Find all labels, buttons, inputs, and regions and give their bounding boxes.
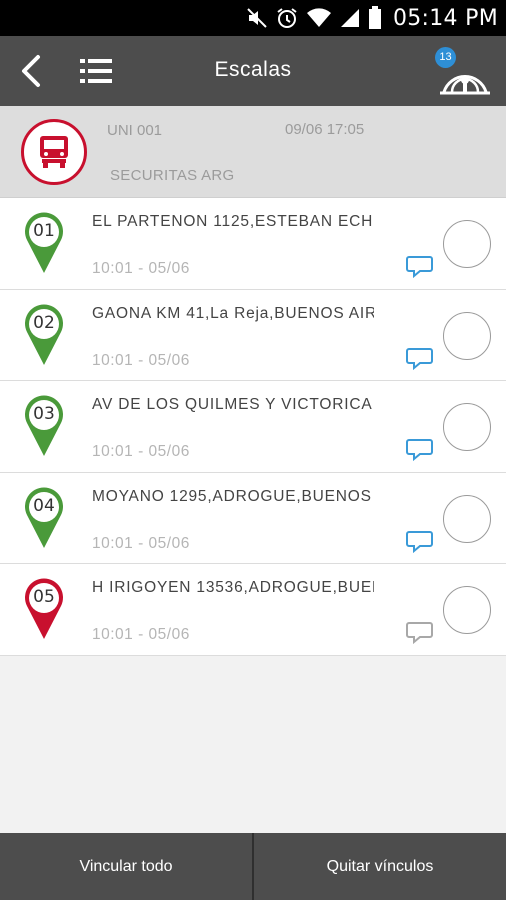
stop-time: 10:01 - 05/06 bbox=[92, 534, 190, 552]
app-bar: Escalas 13 bbox=[0, 36, 506, 106]
stop-number: 01 bbox=[33, 221, 55, 241]
stop-time: 10:01 - 05/06 bbox=[92, 260, 190, 277]
map-pin-icon bbox=[25, 304, 63, 365]
list-item[interactable]: 03 AV DE LOS QUILMES Y VICTORICA 10:01 -… bbox=[0, 381, 506, 473]
comment-icon[interactable] bbox=[406, 530, 433, 553]
unit-name: UNI 001 bbox=[107, 122, 163, 139]
select-checkbox[interactable] bbox=[443, 494, 491, 543]
list-item[interactable]: 02 GAONA KM 41,La Reja,BUENOS AIRES 10:0… bbox=[0, 289, 506, 381]
truck-avatar bbox=[21, 119, 87, 185]
comment-icon[interactable] bbox=[406, 438, 433, 461]
stop-number: 02 bbox=[33, 312, 55, 333]
status-time: 05:14 PM bbox=[392, 5, 498, 31]
comment-icon[interactable] bbox=[406, 347, 433, 370]
mute-icon bbox=[247, 8, 267, 28]
stop-address: MOYANO 1295,ADROGUE,BUENOS AIRES bbox=[92, 487, 374, 505]
status-bar: 05:14 PM bbox=[0, 0, 506, 36]
unit-datetime: 09/06 17:05 bbox=[285, 121, 365, 138]
select-checkbox[interactable] bbox=[443, 586, 491, 634]
remove-links-button[interactable]: Quitar vínculos bbox=[254, 833, 506, 900]
select-checkbox[interactable] bbox=[443, 403, 491, 451]
comment-icon[interactable] bbox=[406, 255, 433, 278]
select-checkbox[interactable] bbox=[443, 220, 491, 268]
wifi-icon bbox=[306, 8, 331, 27]
page-title: Escalas bbox=[214, 58, 292, 81]
alarm-icon bbox=[277, 8, 297, 28]
stop-address: AV DE LOS QUILMES Y VICTORICA bbox=[92, 396, 373, 413]
stop-address: EL PARTENON 1125,ESTEBAN ECHEVERRIA bbox=[92, 213, 374, 230]
list-item[interactable]: 05 H IRIGOYEN 13536,ADROGUE,BUENOS AIRES… bbox=[0, 564, 506, 656]
stop-number: 05 bbox=[33, 587, 55, 607]
stop-address: H IRIGOYEN 13536,ADROGUE,BUENOS AIRES bbox=[92, 579, 374, 596]
stop-time: 10:01 - 05/06 bbox=[92, 626, 190, 643]
link-all-button[interactable]: Vincular todo bbox=[0, 833, 252, 900]
comment-icon[interactable] bbox=[406, 621, 433, 644]
stop-time: 10:01 - 05/06 bbox=[92, 443, 190, 460]
notification-badge: 13 bbox=[435, 47, 456, 68]
unit-company: SECURITAS ARG bbox=[110, 167, 235, 184]
map-pin-icon bbox=[25, 487, 63, 548]
bottom-action-bar: Vincular todo Quitar vínculos bbox=[0, 833, 506, 900]
stops-list: 01 EL PARTENON 1125,ESTEBAN ECHEVERRIA 1… bbox=[0, 198, 506, 656]
signal-icon bbox=[340, 9, 359, 27]
unit-header: UNI 001 09/06 17:05 SECURITAS ARG bbox=[0, 106, 506, 198]
map-pin-icon bbox=[25, 395, 63, 456]
list-item[interactable]: 04 MOYANO 1295,ADROGUE,BUENOS AIRES 10:0… bbox=[0, 472, 506, 564]
stop-number: 04 bbox=[33, 495, 55, 516]
map-pin-icon bbox=[25, 578, 63, 639]
list-item[interactable]: 01 EL PARTENON 1125,ESTEBAN ECHEVERRIA 1… bbox=[0, 198, 506, 290]
map-pin-icon bbox=[25, 212, 63, 273]
truck-icon bbox=[40, 136, 68, 168]
stop-address: GAONA KM 41,La Reja,BUENOS AIRES bbox=[92, 304, 374, 322]
stop-time: 10:01 - 05/06 bbox=[92, 351, 190, 369]
select-checkbox[interactable] bbox=[443, 311, 491, 360]
battery-icon bbox=[368, 6, 381, 29]
stop-number: 03 bbox=[33, 404, 55, 424]
